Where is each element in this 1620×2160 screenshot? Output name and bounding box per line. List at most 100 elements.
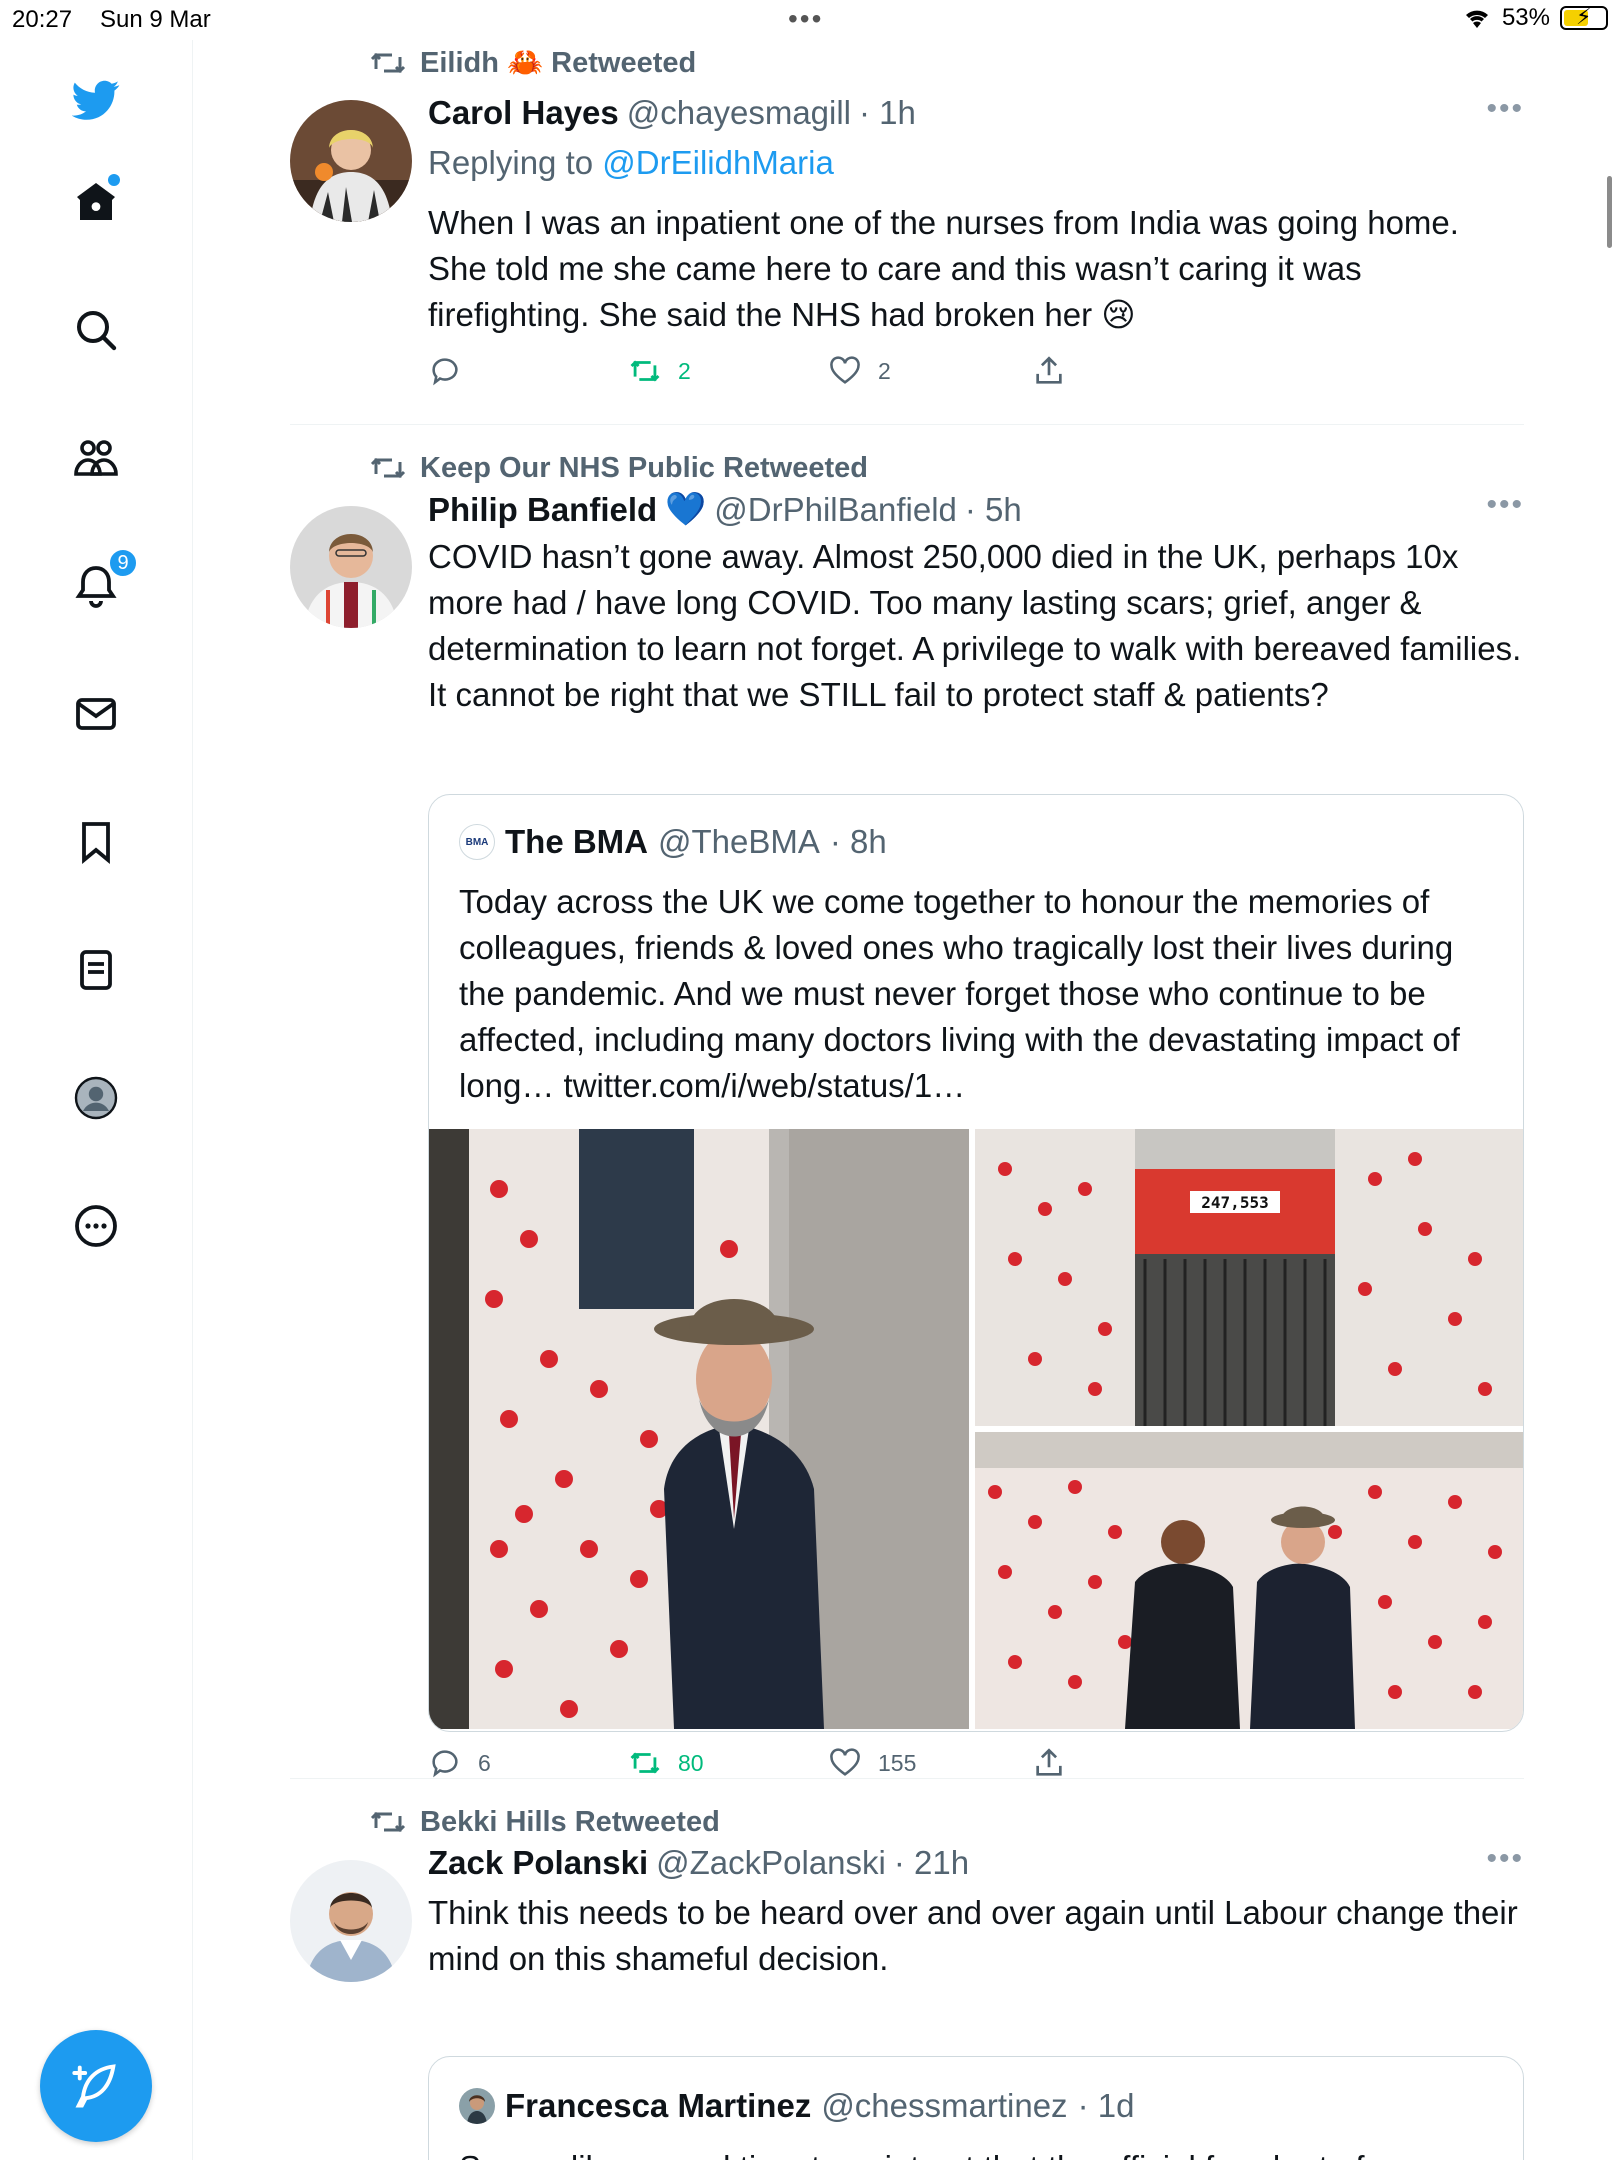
quoted-author-handle[interactable]: @TheBMA — [658, 823, 820, 861]
quoted-author-handle[interactable]: @chessmartinez — [821, 2087, 1067, 2125]
status-time: 20:27 — [12, 6, 73, 33]
notifications-bell-icon[interactable]: 9 — [64, 548, 138, 618]
lists-icon[interactable] — [64, 938, 128, 1002]
tweet-zack-polanski[interactable]: Bekki Hills Retweeted Zack Polanski @Zac… — [290, 1804, 1524, 2160]
tweet-philip-banfield[interactable]: Keep Our NHS Public Retweeted Philip Ban… — [290, 448, 1524, 1793]
compose-feather-icon — [72, 2064, 116, 2108]
quoted-author-name[interactable]: The BMA — [505, 823, 648, 861]
retweet-context: Eilidh 🦀 Retweeted — [370, 45, 696, 81]
heart-icon — [830, 356, 860, 384]
retweeted-by-label[interactable]: Keep Our NHS Public Retweeted — [420, 452, 868, 485]
replying-to-mention[interactable]: @DrEilidhMaria — [602, 144, 834, 181]
replying-to: Replying to @DrEilidhMaria — [428, 144, 834, 182]
media-photo-two-men-at-wall[interactable] — [975, 1432, 1523, 1729]
status-right: 53% ⚡ — [1462, 4, 1608, 32]
retweet-button[interactable]: 80 — [628, 1746, 704, 1780]
quoted-tweet-header: BMA The BMA @TheBMA · 8h — [459, 823, 887, 861]
tweet-more-icon[interactable]: ••• — [1486, 1842, 1524, 1876]
reply-icon — [432, 1750, 458, 1778]
heart-icon — [830, 1748, 860, 1776]
tweet-header: Zack Polanski @ZackPolanski · 21h — [428, 1844, 969, 1882]
media-photo-memorial-wall-man[interactable] — [429, 1129, 969, 1729]
quoted-author-name[interactable]: Francesca Martinez — [505, 2087, 811, 2125]
tweet-time[interactable]: · 5h — [965, 491, 1022, 529]
avatar[interactable] — [290, 506, 412, 628]
tweet-divider — [290, 424, 1524, 425]
quoted-tweet-text: Today across the UK we come together to … — [459, 883, 1460, 1104]
like-button[interactable]: 2 — [828, 354, 891, 388]
author-name[interactable]: Zack Polanski — [428, 1844, 648, 1882]
quoted-author-avatar[interactable] — [459, 2088, 495, 2124]
tweet-carol-hayes[interactable]: Eilidh 🦀 Retweeted Carol Hayes @chayesma… — [290, 40, 1524, 420]
quoted-tweet[interactable]: BMA The BMA @TheBMA · 8h Today across th… — [428, 794, 1524, 1732]
author-handle[interactable]: @chayesmagill — [627, 94, 851, 132]
retweeted-by-label[interactable]: Bekki Hills Retweeted — [420, 1806, 720, 1839]
tweet-time[interactable]: · 1h — [859, 94, 916, 132]
tweet-text: COVID hasn’t gone away. Almost 250,000 d… — [428, 538, 1522, 713]
multitasking-dots-icon[interactable]: ••• — [788, 5, 823, 33]
tweet-more-icon[interactable]: ••• — [1486, 92, 1524, 126]
bookmarks-icon[interactable] — [64, 810, 128, 874]
more-options-circle-icon[interactable] — [64, 1194, 128, 1258]
tweet-text: Think this needs to be heard over and ov… — [428, 1894, 1518, 1977]
quoted-tweet-text: Seems like a good time to point out that… — [459, 2145, 1499, 2160]
quoted-tweet[interactable]: Francesca Martinez @chessmartinez · 1d S… — [428, 2056, 1524, 2160]
tweet-more-icon[interactable]: ••• — [1486, 488, 1524, 522]
share-icon — [1036, 356, 1062, 384]
retweet-small-icon — [370, 457, 406, 479]
sidebar: 9 — [0, 40, 193, 2160]
media-photo-memorial-banner[interactable]: 247,553 — [975, 1129, 1523, 1426]
explore-search-icon[interactable] — [64, 298, 128, 362]
like-count: 2 — [878, 357, 891, 384]
retweet-icon — [630, 360, 660, 382]
replying-to-prefix: Replying to — [428, 144, 594, 181]
author-handle[interactable]: @DrPhilBanfield — [714, 491, 957, 529]
author-name[interactable]: Philip Banfield — [428, 491, 657, 529]
tweet-actions: 2 2 — [428, 354, 1128, 394]
reply-button[interactable] — [428, 354, 478, 388]
reply-button[interactable]: 6 — [428, 1746, 491, 1780]
like-count: 155 — [878, 1749, 917, 1776]
death-counter-number: 247,553 — [1201, 1193, 1268, 1212]
share-button[interactable] — [1032, 1746, 1066, 1780]
avatar[interactable] — [290, 1860, 412, 1982]
quoted-tweet-time[interactable]: · 1d — [1078, 2087, 1135, 2125]
twitter-logo-icon[interactable] — [64, 68, 128, 132]
retweet-context: Bekki Hills Retweeted — [370, 1804, 720, 1840]
quoted-tweet-time[interactable]: · 8h — [830, 823, 887, 861]
tweet-text: When I was an inpatient one of the nurse… — [428, 204, 1459, 333]
battery-icon: ⚡ — [1560, 4, 1608, 30]
notifications-count-badge: 9 — [108, 548, 138, 578]
tweet-time[interactable]: · 21h — [894, 1844, 969, 1882]
like-button[interactable]: 155 — [828, 1746, 916, 1780]
avatar[interactable] — [290, 100, 412, 222]
quoted-tweet-media: 247,553 — [429, 1129, 1523, 1729]
timeline-feed: Eilidh 🦀 Retweeted Carol Hayes @chayesma… — [194, 40, 1620, 2160]
author-handle[interactable]: @ZackPolanski — [656, 1844, 886, 1882]
wifi-icon — [1465, 10, 1488, 28]
quoted-tweet-header: Francesca Martinez @chessmartinez · 1d — [459, 2087, 1134, 2125]
compose-tweet-button[interactable] — [40, 2030, 152, 2142]
profile-avatar-icon[interactable] — [64, 1066, 128, 1130]
tweet-header: Philip Banfield 💙 @DrPhilBanfield · 5h — [428, 490, 1022, 529]
messages-envelope-icon[interactable] — [64, 682, 128, 746]
author-name[interactable]: Carol Hayes — [428, 94, 619, 132]
home-icon[interactable] — [64, 170, 128, 234]
retweet-icon — [630, 1752, 660, 1774]
retweet-count: 2 — [678, 357, 691, 384]
tweet-divider — [290, 1778, 1524, 1779]
retweet-context: Keep Our NHS Public Retweeted — [370, 450, 868, 486]
communities-icon[interactable] — [64, 426, 128, 490]
tweet-header: Carol Hayes @chayesmagill · 1h — [428, 94, 916, 132]
scrollbar-thumb[interactable] — [1607, 176, 1612, 248]
retweeted-by-label[interactable]: Eilidh 🦀 Retweeted — [420, 46, 696, 80]
verified-heart-icon: 💙 — [665, 490, 707, 527]
retweet-count: 80 — [678, 1749, 704, 1776]
retweet-button[interactable]: 2 — [628, 354, 691, 388]
bma-logo-avatar[interactable]: BMA — [459, 824, 495, 860]
retweet-small-icon — [370, 1811, 406, 1833]
reply-count: 6 — [478, 1749, 491, 1776]
tweet-actions: 6 80 155 — [428, 1746, 1128, 1786]
share-button[interactable] — [1032, 354, 1066, 388]
status-bar: 20:27 Sun 9 Mar ••• 53% ⚡ — [0, 0, 1620, 40]
